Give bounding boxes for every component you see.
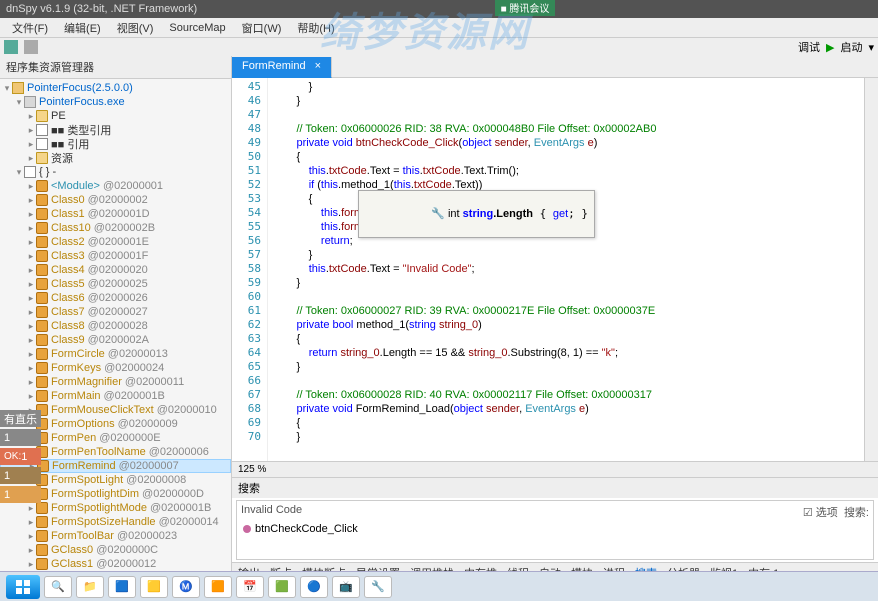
panel-header: 程序集资源管理器 (0, 56, 231, 79)
code-content[interactable]: } } // Token: 0x06000026 RID: 38 RVA: 0x… (268, 78, 864, 461)
tree-node-PE[interactable]: ▸PE (0, 109, 231, 123)
nav-fwd-icon[interactable] (24, 40, 38, 54)
taskbar-app-4[interactable]: Ⓜ️ (172, 576, 200, 598)
editor-tabs: FormRemind × (232, 56, 878, 78)
side-notification-badges: 有直乐 1 OK: 1 1 1 (0, 410, 41, 505)
tree-node-Class6[interactable]: ▸Class6@02000026 (0, 291, 231, 305)
scrollbar-vertical[interactable] (864, 78, 878, 461)
menu-文件(F)[interactable]: 文件(F) (4, 18, 56, 38)
menu-视图(V)[interactable]: 视图(V) (109, 18, 162, 38)
taskbar-search[interactable]: 🔍 (44, 576, 72, 598)
search-results: Invalid Code ☑ 选项 搜索: btnCheckCode_Click (236, 500, 874, 560)
taskbar-app-6[interactable]: 📅 (236, 576, 264, 598)
tree-node-Class5[interactable]: ▸Class5@02000025 (0, 277, 231, 291)
tree-node-Class2[interactable]: ▸Class2@0200001E (0, 235, 231, 249)
search-options[interactable]: ☑ 选项 (803, 507, 838, 519)
toolbar: 调试 ▶ 启动 ▾ (0, 38, 878, 56)
assembly-tree[interactable]: ▾PointerFocus (2.5.0.0)▾PointerFocus.exe… (0, 79, 231, 583)
taskbar-app-8[interactable]: 🔵 (300, 576, 328, 598)
tree-node-Class1[interactable]: ▸Class1@0200001D (0, 207, 231, 221)
search-panel-header: 搜索 (232, 477, 878, 498)
tree-node-Class0[interactable]: ▸Class0@02000002 (0, 193, 231, 207)
tree-node-Class9[interactable]: ▸Class9@0200002A (0, 333, 231, 347)
tree-node-资源[interactable]: ▸资源 (0, 151, 231, 165)
tree-node-FormMain[interactable]: ▸FormMain@0200001B (0, 389, 231, 403)
debug-label: 调试 (798, 39, 820, 55)
search-result-head: Invalid Code (241, 504, 302, 520)
menu-帮助(H)[interactable]: 帮助(H) (289, 18, 342, 38)
line-gutter: 4546474849505152535455565758596061626364… (232, 78, 268, 461)
taskbar-app-5[interactable]: 🟧 (204, 576, 232, 598)
tree-node-Class4[interactable]: ▸Class4@02000020 (0, 263, 231, 277)
tree-node-FormToolBar[interactable]: ▸FormToolBar@02000023 (0, 529, 231, 543)
tree-node-Class10[interactable]: ▸Class10@0200002B (0, 221, 231, 235)
nav-back-icon[interactable] (4, 40, 18, 54)
zoom-level[interactable]: 125 % (232, 461, 878, 477)
tree-node-{ } -[interactable]: ▾{ } - (0, 165, 231, 179)
taskbar-app-2[interactable]: 🟦 (108, 576, 136, 598)
taskbar-app-7[interactable]: 🟩 (268, 576, 296, 598)
tree-node-GClass1[interactable]: ▸GClass1@02000012 (0, 557, 231, 571)
tab-formremind[interactable]: FormRemind × (232, 57, 332, 78)
tree-node-<Module>[interactable]: ▸<Module>@02000001 (0, 179, 231, 193)
taskbar-app-10[interactable]: 🔧 (364, 576, 392, 598)
tree-node-Class8[interactable]: ▸Class8@02000028 (0, 319, 231, 333)
tree-node-PointerFocus[interactable]: ▾PointerFocus (2.5.0.0) (0, 81, 231, 95)
taskbar-app-3[interactable]: 🟨 (140, 576, 168, 598)
tree-node-FormKeys[interactable]: ▸FormKeys@02000024 (0, 361, 231, 375)
close-icon[interactable]: × (315, 60, 321, 72)
menu-bar: 文件(F)编辑(E)视图(V)SourceMap窗口(W)帮助(H) (0, 18, 878, 38)
search-result-item[interactable]: btnCheckCode_Click (241, 521, 869, 537)
title-bar: dnSpy v6.1.9 (32-bit, .NET Framework) (0, 0, 878, 18)
menu-编辑(E)[interactable]: 编辑(E) (56, 18, 109, 38)
tree-node-■■ 类型引用[interactable]: ▸■■ 类型引用 (0, 123, 231, 137)
taskbar-app-9[interactable]: 📺 (332, 576, 360, 598)
start-button[interactable]: 启动 (840, 39, 862, 55)
method-icon (243, 525, 251, 533)
tree-node-PointerFocus.exe[interactable]: ▾PointerFocus.exe (0, 95, 231, 109)
app-title: dnSpy v6.1.9 (32-bit, .NET Framework) (6, 3, 197, 15)
intellisense-tooltip: 🔧 int string.Length { get; } (358, 190, 595, 238)
tree-node-Class7[interactable]: ▸Class7@02000027 (0, 305, 231, 319)
tree-node-GClass0[interactable]: ▸GClass0@0200000C (0, 543, 231, 557)
windows-taskbar[interactable]: 🔍 📁 🟦 🟨 Ⓜ️ 🟧 📅 🟩 🔵 📺 🔧 (0, 571, 878, 601)
start-button-win[interactable] (6, 575, 40, 599)
tree-node-Class3[interactable]: ▸Class3@0200001F (0, 249, 231, 263)
tree-node-FormCircle[interactable]: ▸FormCircle@02000013 (0, 347, 231, 361)
taskbar-app-1[interactable]: 📁 (76, 576, 104, 598)
menu-窗口(W)[interactable]: 窗口(W) (234, 18, 290, 38)
menu-SourceMap[interactable]: SourceMap (161, 20, 233, 36)
code-editor[interactable]: 4546474849505152535455565758596061626364… (232, 78, 878, 461)
tree-node-■■ 引用[interactable]: ▸■■ 引用 (0, 137, 231, 151)
tree-node-FormSpotSizeHandle[interactable]: ▸FormSpotSizeHandle@02000014 (0, 515, 231, 529)
tree-node-FormMagnifier[interactable]: ▸FormMagnifier@02000011 (0, 375, 231, 389)
